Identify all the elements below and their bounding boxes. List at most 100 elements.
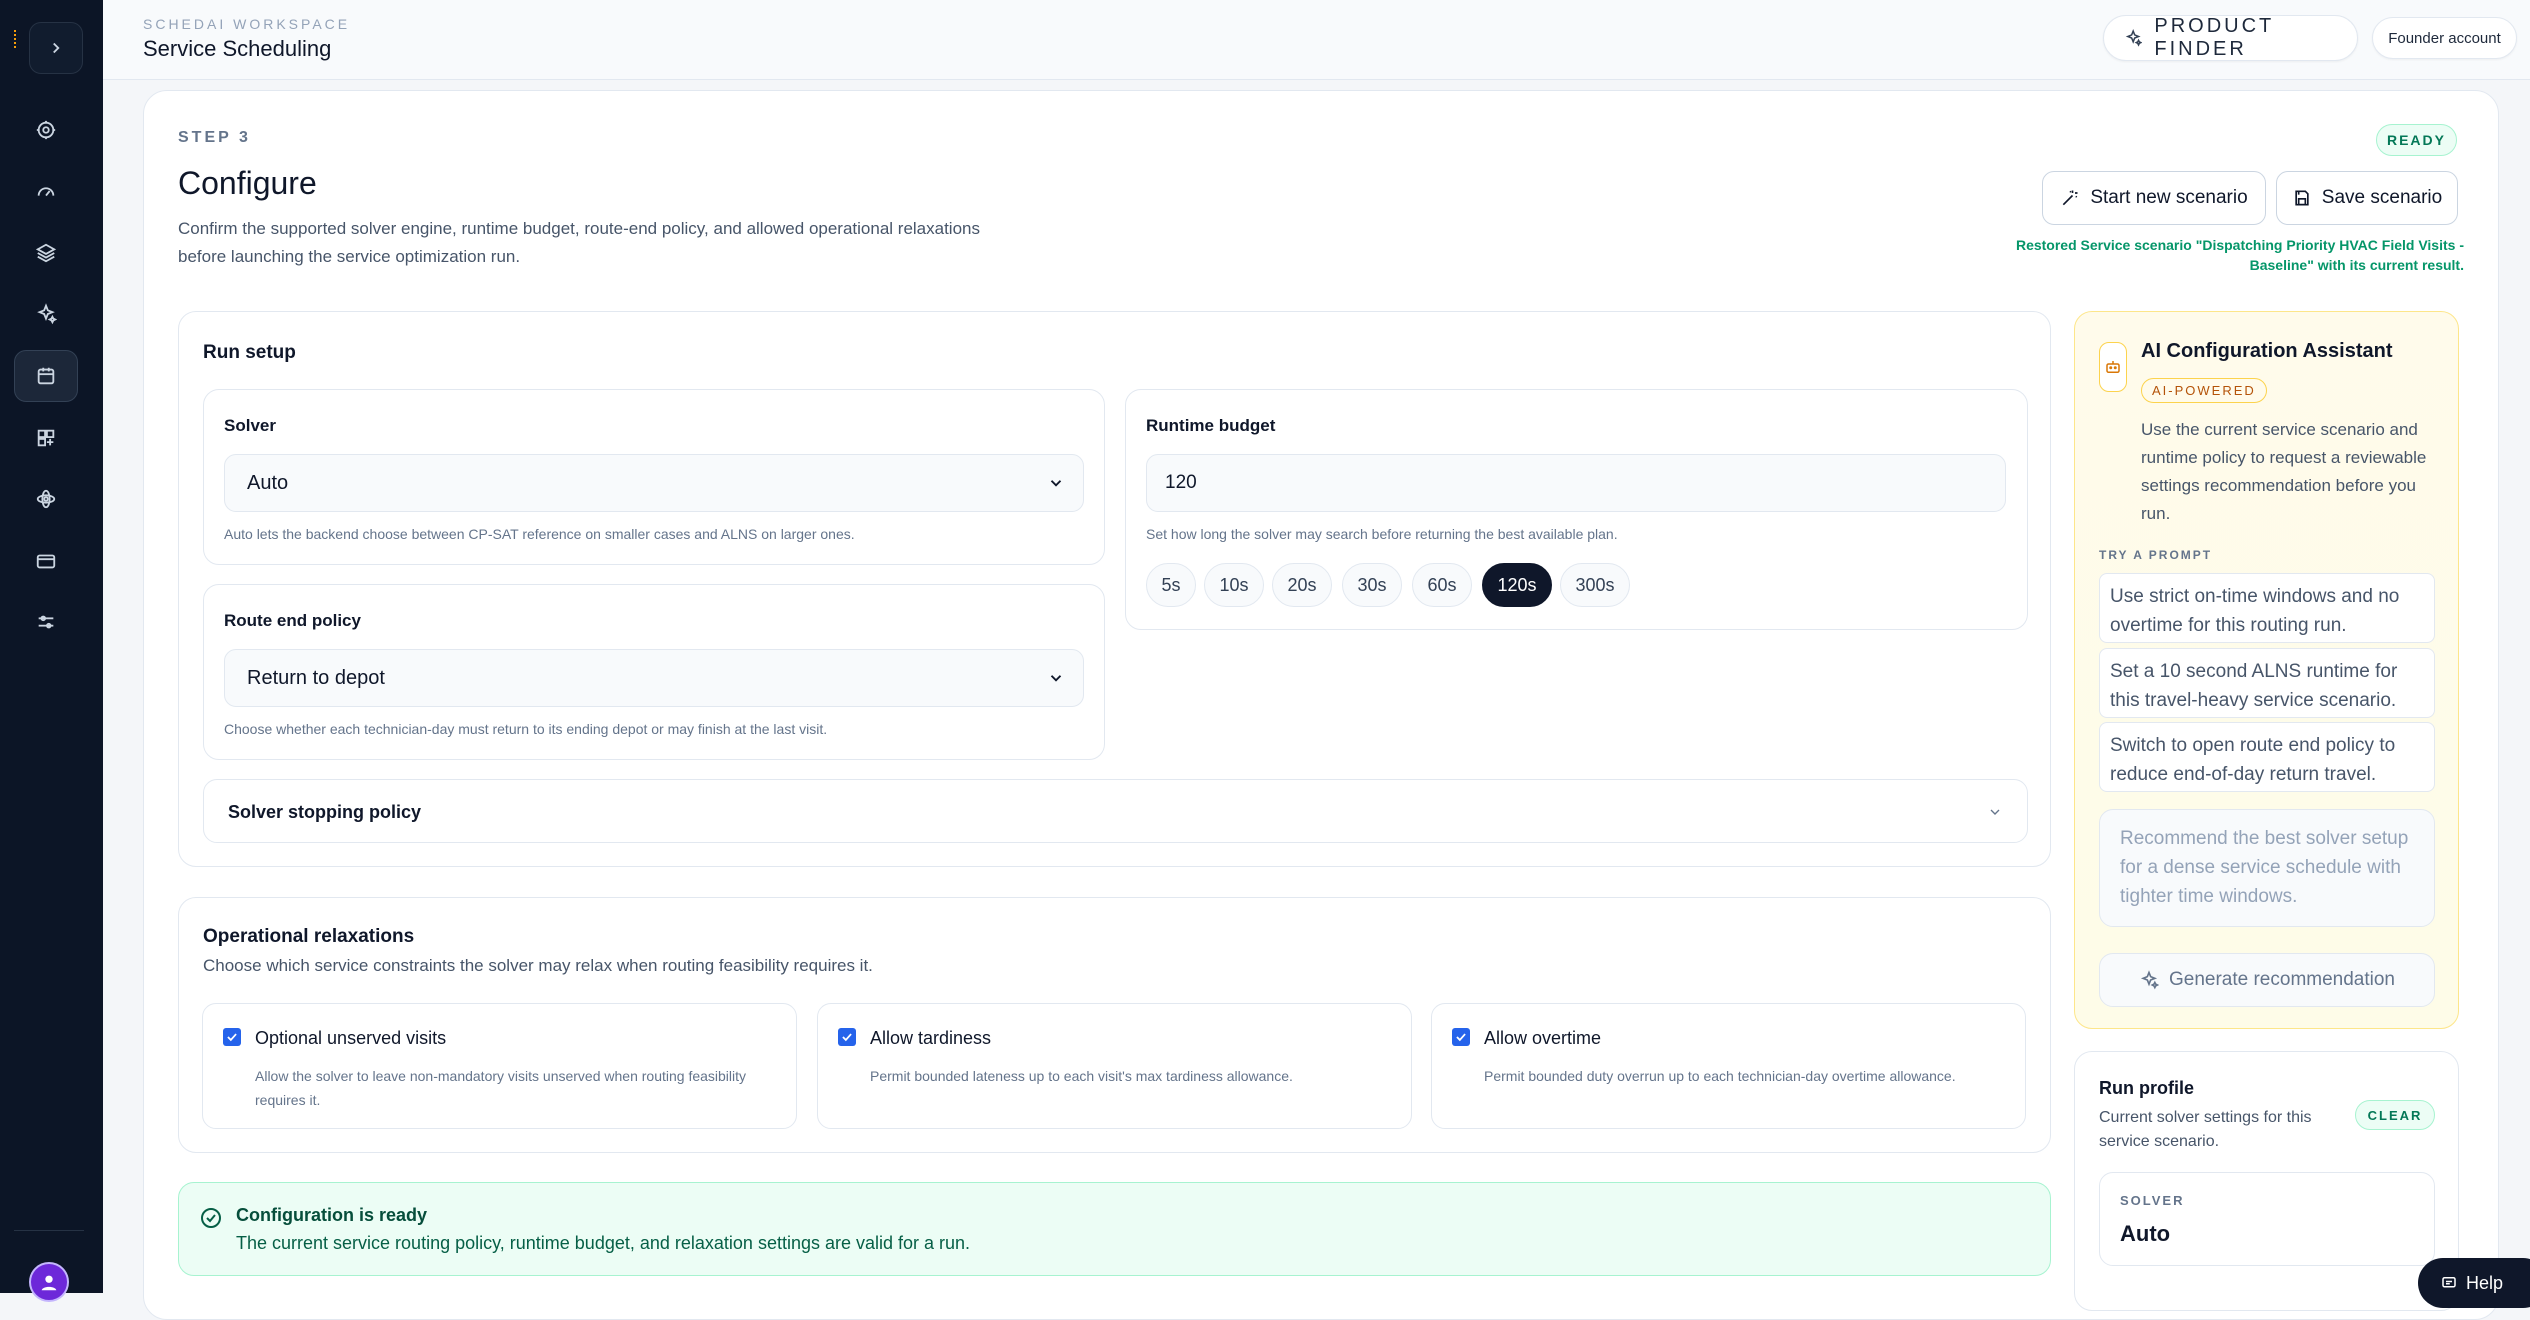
sidebar-item-dashboard[interactable] — [14, 165, 78, 217]
runtime-input[interactable]: 120 — [1146, 454, 2006, 512]
relaxation-description: Permit bounded duty overrun up to each t… — [1484, 1068, 1956, 1084]
start-new-scenario-button[interactable]: Start new scenario — [2042, 171, 2266, 225]
page-title: Service Scheduling — [143, 36, 332, 61]
start-new-scenario-label: Start new scenario — [2090, 187, 2248, 208]
user-icon — [41, 1275, 57, 1291]
configuration-ready-alert: Configuration is ready The current servi… — [178, 1182, 2051, 1276]
run-profile-description: Current solver settings for this service… — [2099, 1109, 2312, 1150]
ai-prompt-textarea[interactable]: Recommend the best solver setup for a de… — [2099, 809, 2435, 927]
run-profile-status-badge: CLEAR — [2355, 1100, 2435, 1130]
relaxation-title: Allow overtime — [1484, 1028, 1602, 1048]
gauge-icon — [37, 187, 55, 197]
route-end-label: Route end policy — [224, 611, 361, 630]
help-button[interactable]: Help — [2418, 1258, 2530, 1308]
ready-title: Configuration is ready — [236, 1205, 428, 1225]
chevron-right-icon — [53, 42, 60, 54]
save-scenario-label: Save scenario — [2321, 187, 2443, 208]
settings-icon — [36, 120, 56, 140]
sidebar-item-layers[interactable] — [14, 227, 78, 279]
runtime-preset-30s[interactable]: 30s — [1342, 563, 1402, 607]
prompt-suggestion[interactable]: Set a 10 second ALNS runtime for this tr… — [2099, 648, 2435, 718]
relaxation-allow-overtime[interactable]: Allow overtime Permit bounded duty overr… — [1431, 1003, 2026, 1129]
grid-plus-icon — [37, 429, 55, 447]
status-badge: READY — [2376, 124, 2457, 156]
runtime-preset-20s[interactable]: 20s — [1272, 563, 1332, 607]
allow-overtime-checkbox[interactable] — [1452, 1028, 1470, 1046]
configure-description: Confirm the supported solver engine, run… — [178, 219, 980, 266]
ai-powered-badge: AI-POWERED — [2141, 378, 2267, 403]
relaxation-title: Optional unserved visits — [255, 1028, 447, 1048]
sidebar-item-settings[interactable] — [14, 104, 78, 156]
message-icon — [2442, 1277, 2456, 1288]
sidebar — [0, 0, 103, 1302]
route-end-field: Route end policy Return to depot Choose … — [203, 584, 1105, 760]
solver-field: Solver Auto Auto lets the backend choose… — [203, 389, 1105, 565]
chevron-down-icon — [1050, 675, 1062, 682]
check-circle-icon — [201, 1208, 221, 1228]
workspace-label: SCHEDAI WORKSPACE — [143, 16, 351, 32]
sparkles-icon — [2125, 29, 2143, 47]
ready-message: The current service routing policy, runt… — [236, 1233, 971, 1253]
optional-unserved-checkbox[interactable] — [223, 1028, 241, 1046]
save-scenario-button[interactable]: Save scenario — [2276, 171, 2458, 225]
atom-icon — [36, 489, 56, 509]
ai-assistant-panel: AI Configuration Assistant AI-POWERED Us… — [2074, 311, 2459, 1029]
step-label: STEP 3 — [178, 129, 251, 146]
runtime-preset-120s[interactable]: 120s — [1482, 563, 1552, 607]
user-avatar[interactable] — [29, 1262, 69, 1302]
sidebar-item-scheduling[interactable] — [14, 350, 78, 402]
sidebar-item-apps[interactable] — [14, 412, 78, 464]
relaxation-optional-unserved[interactable]: Optional unserved visits Allow the solve… — [202, 1003, 797, 1129]
bot-icon-wrapper — [2099, 342, 2127, 392]
sidebar-accent — [14, 30, 17, 48]
sidebar-expand-button[interactable] — [29, 22, 83, 74]
prompt-suggestion[interactable]: Use strict on-time windows and no overti… — [2099, 573, 2435, 643]
runtime-hint: Set how long the solver may search befor… — [1146, 526, 1618, 542]
sidebar-divider — [14, 1230, 84, 1231]
product-finder-button[interactable]: PRODUCT FINDER — [2103, 15, 2358, 61]
solver-stopping-accordion[interactable]: Solver stopping policy — [203, 779, 2028, 843]
bot-icon — [2106, 361, 2120, 373]
runtime-field: Runtime budget 120 Set how long the solv… — [1125, 389, 2028, 630]
route-end-select[interactable]: Return to depot — [224, 649, 1084, 707]
prompt-suggestion[interactable]: Switch to open route end policy to reduc… — [2099, 722, 2435, 792]
runtime-preset-300s[interactable]: 300s — [1560, 563, 1630, 607]
check-icon — [227, 1033, 237, 1042]
route-end-select-value: Return to depot — [247, 666, 385, 689]
run-profile-solver-value: Auto — [2120, 1221, 2171, 1246]
run-profile-title: Run profile — [2099, 1078, 2194, 1098]
relaxation-title: Allow tardiness — [870, 1028, 992, 1048]
product-finder-label: PRODUCT FINDER — [2154, 15, 2274, 60]
check-icon — [1456, 1033, 1466, 1042]
runtime-preset-10s[interactable]: 10s — [1204, 563, 1264, 607]
calendar-icon — [37, 367, 55, 385]
sidebar-item-preferences[interactable] — [14, 596, 78, 648]
runtime-preset-5s[interactable]: 5s — [1146, 563, 1196, 607]
sidebar-item-ai[interactable] — [14, 288, 78, 340]
route-end-hint: Choose whether each technician-day must … — [224, 721, 828, 737]
account-button[interactable]: Founder account — [2372, 17, 2517, 59]
solver-stopping-label: Solver stopping policy — [228, 802, 422, 822]
sidebar-item-science[interactable] — [14, 473, 78, 525]
run-profile-solver: SOLVER Auto — [2099, 1172, 2435, 1266]
magic-wand-icon — [2063, 190, 2078, 206]
relaxations-title: Operational relaxations — [203, 926, 415, 947]
allow-tardiness-checkbox[interactable] — [838, 1028, 856, 1046]
solver-select[interactable]: Auto — [224, 454, 1084, 512]
sidebar-item-billing[interactable] — [14, 535, 78, 587]
generate-recommendation-button[interactable]: Generate recommendation — [2099, 953, 2435, 1007]
ai-assistant-title: AI Configuration Assistant — [2141, 340, 2393, 362]
sliders-icon — [38, 615, 54, 629]
top-bar: SCHEDAI WORKSPACE Service Scheduling PRO… — [103, 0, 2530, 80]
runtime-preset-60s[interactable]: 60s — [1412, 563, 1472, 607]
try-prompt-label: TRY A PROMPT — [2099, 548, 2213, 562]
chevron-down-icon — [1050, 480, 1062, 487]
relaxation-allow-tardiness[interactable]: Allow tardiness Permit bounded lateness … — [817, 1003, 1412, 1129]
sparkles-icon — [2140, 970, 2159, 990]
ai-assistant-description: Use the current service scenario and run… — [2141, 420, 2427, 523]
generate-recommendation-label: Generate recommendation — [2168, 969, 2395, 990]
run-profile-solver-key: SOLVER — [2120, 1193, 2185, 1208]
relaxation-description: Allow the solver to leave non-mandatory … — [255, 1068, 747, 1108]
solver-select-value: Auto — [247, 471, 289, 494]
run-setup-card: Run setup Solver Auto Auto lets the back… — [178, 311, 2051, 867]
